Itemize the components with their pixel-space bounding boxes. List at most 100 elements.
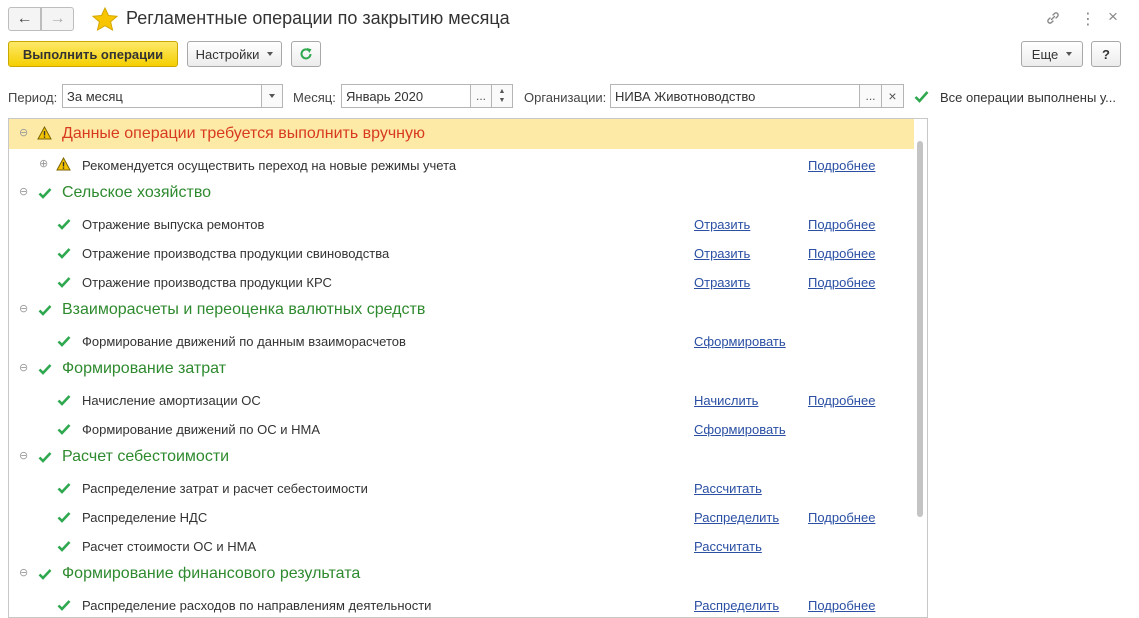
details-link[interactable]: Подробнее (808, 275, 875, 290)
month-stepper[interactable]: ▲ ▼ (491, 84, 513, 108)
group-row[interactable]: ⊖ Данные операции требуется выполнить вру… (9, 119, 914, 149)
operation-action-link[interactable]: Отразить (694, 217, 750, 232)
execute-operations-button[interactable]: Выполнить операции (8, 41, 178, 67)
chevron-down-icon (1066, 52, 1073, 56)
operation-action-link[interactable]: Распределить (694, 510, 779, 525)
help-button[interactable]: ? (1091, 41, 1121, 67)
link-icon[interactable] (1045, 10, 1061, 26)
arrow-right-icon: → (49, 10, 66, 27)
operation-row[interactable]: Распределение затрат и расчет себестоимо… (9, 472, 914, 501)
status-text: Все операции выполнены у... (940, 90, 1116, 105)
month-select-button[interactable]: ... (470, 84, 492, 108)
period-dropdown-button[interactable] (261, 84, 283, 108)
month-input[interactable]: Январь 2020 (341, 84, 471, 108)
collapse-icon[interactable]: ⊖ (19, 361, 28, 374)
operation-label: Распределение НДС (82, 510, 208, 525)
operation-action-link[interactable]: Распределить (694, 598, 779, 613)
dots-icon: ... (865, 89, 876, 103)
more-menu-icon[interactable]: ⋮ (1080, 9, 1096, 29)
operation-label: Рекомендуется осуществить переход на нов… (82, 158, 457, 173)
close-icon[interactable]: × (1108, 7, 1118, 27)
operation-row[interactable]: Отражение производства продукции КРС Отра… (9, 266, 914, 295)
operation-action-link[interactable]: Начислить (694, 393, 758, 408)
group-row[interactable]: ⊖ Формирование затрат (9, 354, 914, 384)
scrollbar[interactable] (917, 141, 923, 517)
org-select-button[interactable]: ... (859, 84, 882, 108)
collapse-icon[interactable]: ⊖ (19, 302, 28, 315)
operation-action-link[interactable]: Отразить (694, 246, 750, 261)
more-button[interactable]: Еще (1021, 41, 1083, 67)
more-label: Еще (1031, 46, 1059, 62)
period-label: Период: (8, 90, 58, 105)
settings-label: Настройки (195, 46, 260, 62)
period-select[interactable]: За месяц (62, 84, 262, 108)
collapse-icon[interactable]: ⊖ (19, 126, 28, 139)
collapse-icon[interactable]: ⊖ (19, 185, 28, 198)
group-title: Расчет себестоимости (62, 448, 230, 465)
org-input[interactable]: НИВА Животноводство (610, 84, 860, 108)
stepper-up-icon[interactable]: ▲ (499, 87, 506, 96)
collapse-icon[interactable]: ⊖ (19, 449, 28, 462)
refresh-icon (300, 48, 312, 60)
org-label: Организации: (524, 90, 607, 105)
check-icon (38, 364, 52, 375)
check-icon (57, 277, 71, 288)
help-label: ? (1102, 46, 1110, 62)
details-link[interactable]: Подробнее (808, 246, 875, 261)
expand-icon[interactable]: ⊕ (39, 157, 48, 170)
operation-row[interactable]: Начисление амортизации ОС Начислить Подроб… (9, 384, 914, 413)
back-button[interactable]: ← (8, 7, 41, 31)
check-icon (38, 452, 52, 463)
check-icon (57, 483, 71, 494)
operation-action-link[interactable]: Сформировать (694, 334, 786, 349)
check-icon (57, 600, 71, 611)
details-link[interactable]: Подробнее (808, 393, 875, 408)
operation-row[interactable]: Распределение НДС Распределить Подробнее (9, 501, 914, 530)
arrow-left-icon: ← (16, 10, 33, 27)
collapse-icon[interactable]: ⊖ (19, 566, 28, 579)
settings-button[interactable]: Настройки (187, 41, 282, 67)
operation-row[interactable]: Формирование движений по данным взаимора… (9, 325, 914, 354)
check-icon (57, 395, 71, 406)
chevron-down-icon (267, 52, 274, 56)
stepper-down-icon[interactable]: ▼ (499, 96, 506, 105)
details-link[interactable]: Подробнее (808, 510, 875, 525)
group-row[interactable]: ⊖ Формирование финансового результата (9, 559, 914, 589)
operation-label: Расчет стоимости ОС и НМА (82, 539, 257, 554)
group-row[interactable]: ⊖ Сельское хозяйство (9, 178, 914, 208)
details-link[interactable]: Подробнее (808, 217, 875, 232)
operation-action-link[interactable]: Рассчитать (694, 539, 762, 554)
page-title: Регламентные операции по закрытию месяца (126, 8, 510, 28)
org-value: НИВА Животноводство (615, 88, 756, 104)
operation-label: Начисление амортизации ОС (82, 393, 261, 408)
operation-row[interactable]: Расчет стоимости ОС и НМА Рассчитать (9, 530, 914, 559)
operations-list[interactable]: ⊖ Данные операции требуется выполнить вру… (8, 118, 928, 618)
forward-button[interactable]: → (41, 7, 74, 31)
org-clear-button[interactable]: × (881, 84, 904, 108)
operation-label: Формирование движений по данным взаимора… (82, 334, 406, 349)
group-title: Формирование финансового результата (62, 565, 361, 582)
operation-action-link[interactable]: Сформировать (694, 422, 786, 437)
details-link[interactable]: Подробнее (808, 598, 875, 613)
group-row[interactable]: ⊖ Расчет себестоимости (9, 442, 914, 472)
group-title: Данные операции требуется выполнить вруч… (62, 125, 426, 142)
warning-icon (37, 126, 52, 140)
operation-row[interactable]: Формирование движений по ОС и НМА Сформир… (9, 413, 914, 442)
check-icon (57, 248, 71, 259)
operation-action-link[interactable]: Рассчитать (694, 481, 762, 496)
refresh-button[interactable] (291, 41, 321, 67)
operation-action-link[interactable]: Отразить (694, 275, 750, 290)
check-icon (57, 512, 71, 523)
group-row[interactable]: ⊖ Взаиморасчеты и переоценка валютных сре… (9, 295, 914, 325)
favorite-star-icon[interactable] (92, 7, 118, 31)
check-icon (38, 569, 52, 580)
operation-row[interactable]: ⊕ Рекомендуется осуществить переход на но… (9, 149, 914, 178)
operation-row[interactable]: Отражение производства продукции свиново… (9, 237, 914, 266)
operation-row[interactable]: Распределение расходов по направлениям д… (9, 589, 914, 617)
operation-label: Формирование движений по ОС и НМА (82, 422, 321, 437)
details-link[interactable]: Подробнее (808, 158, 875, 173)
execute-operations-label: Выполнить операции (22, 46, 164, 62)
operation-row[interactable]: Отражение выпуска ремонтов Отразить Подроб… (9, 208, 914, 237)
period-value: За месяц (67, 88, 123, 104)
clear-icon: × (888, 88, 897, 104)
